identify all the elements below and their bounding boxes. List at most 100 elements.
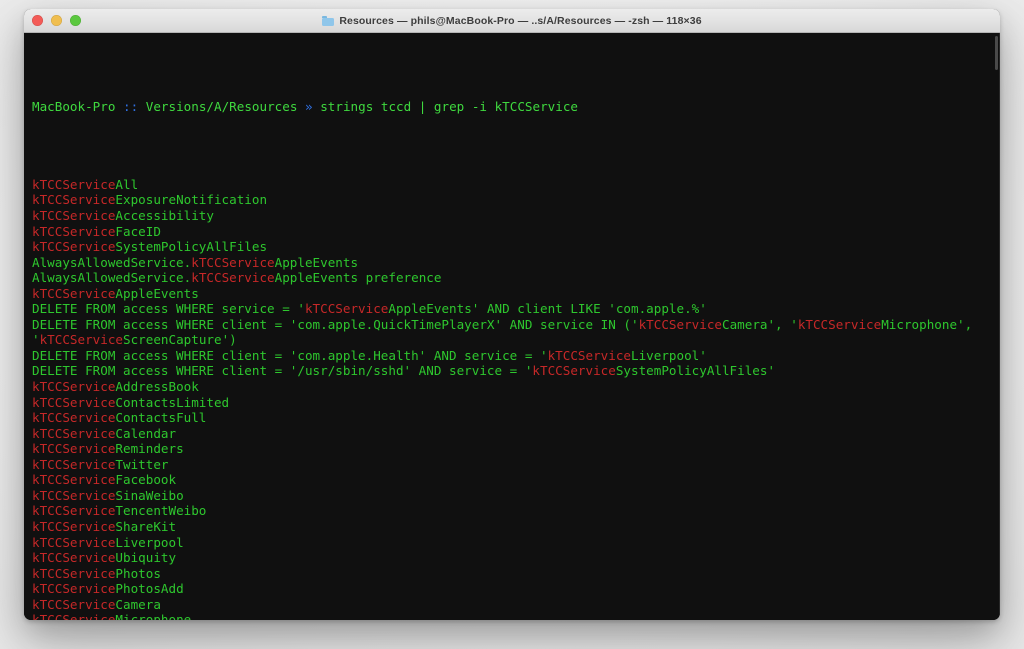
terminal-text: AddressBook <box>115 379 199 395</box>
command-input[interactable]: strings tccd | grep -i kTCCService <box>320 99 578 114</box>
close-button[interactable] <box>32 15 43 26</box>
terminal-text: Liverpool <box>115 534 184 550</box>
terminal-body[interactable]: MacBook-Pro :: Versions/A/Resources » st… <box>24 33 1000 620</box>
desktop-background: Resources — phils@MacBook-Pro — ..s/A/Re… <box>0 0 1024 649</box>
grep-match: kTCCService <box>32 394 116 410</box>
terminal-text: AlwaysAllowedService. <box>32 270 192 286</box>
grep-match: kTCCService <box>547 347 631 363</box>
terminal-line: AlwaysAllowedService.kTCCServiceAppleEve… <box>32 270 994 286</box>
terminal-text: Photos <box>115 565 161 581</box>
grep-match: kTCCService <box>32 581 116 597</box>
grep-match: kTCCService <box>32 239 116 255</box>
grep-match: kTCCService <box>32 379 116 395</box>
terminal-line: kTCCServiceAccessibility <box>32 208 994 224</box>
output-lines: kTCCServiceAll kTCCServiceExposureNotific… <box>32 177 994 620</box>
terminal-line: AlwaysAllowedService.kTCCServiceAppleEve… <box>32 255 994 271</box>
terminal-line: kTCCServiceMicrophone <box>32 612 994 620</box>
terminal-line: DELETE FROM access WHERE client = '/usr/… <box>32 363 994 379</box>
window-title-bar[interactable]: Resources — phils@MacBook-Pro — ..s/A/Re… <box>24 9 1000 33</box>
terminal-output[interactable]: MacBook-Pro :: Versions/A/Resources » st… <box>24 36 1000 620</box>
window-title: Resources — phils@MacBook-Pro — ..s/A/Re… <box>322 14 702 27</box>
grep-match: kTCCService <box>32 534 116 550</box>
terminal-text: ScreenCapture') <box>123 332 237 348</box>
terminal-line: kTCCServiceContactsLimited <box>32 395 994 411</box>
grep-match: kTCCService <box>32 176 116 192</box>
grep-match: kTCCService <box>304 301 389 317</box>
terminal-line: kTCCServiceCalendar <box>32 426 994 442</box>
terminal-text: DELETE FROM access WHERE service = ' <box>32 301 305 317</box>
terminal-text: Camera', ' <box>721 316 798 332</box>
terminal-text: All <box>115 176 139 192</box>
scrollbar-thumb[interactable] <box>994 36 998 70</box>
terminal-text: Twitter <box>115 456 169 472</box>
grep-match: kTCCService <box>797 316 882 332</box>
terminal-text: SinaWeibo <box>115 487 184 503</box>
grep-match: kTCCService <box>32 192 116 208</box>
terminal-line: kTCCServiceLiverpool <box>32 535 994 551</box>
terminal-line: kTCCServiceSinaWeibo <box>32 488 994 504</box>
grep-match: kTCCService <box>191 254 275 270</box>
terminal-text: Facebook <box>115 472 177 488</box>
grep-match: kTCCService <box>39 332 123 348</box>
terminal-text: AppleEvents <box>115 285 199 301</box>
terminal-line: kTCCServiceSystemPolicyAllFiles <box>32 239 994 255</box>
terminal-line: kTCCServiceExposureNotification <box>32 192 994 208</box>
grep-match: kTCCService <box>32 410 116 426</box>
grep-match: kTCCService <box>32 565 116 581</box>
grep-match: kTCCService <box>32 518 116 534</box>
terminal-text: SystemPolicyAllFiles' <box>615 363 776 379</box>
grep-match: kTCCService <box>32 612 116 620</box>
grep-match: kTCCService <box>32 487 116 503</box>
window-title-text: Resources — phils@MacBook-Pro — ..s/A/Re… <box>339 14 702 27</box>
terminal-line: kTCCServiceContactsFull <box>32 410 994 426</box>
grep-match: kTCCService <box>32 472 116 488</box>
minimize-button[interactable] <box>51 15 62 26</box>
terminal-line: kTCCServicePhotosAdd <box>32 581 994 597</box>
terminal-text: PhotosAdd <box>115 581 184 597</box>
terminal-text: Camera <box>115 596 161 612</box>
terminal-text: DELETE FROM access WHERE client = '/usr/… <box>32 363 533 379</box>
terminal-text: Microphone <box>115 612 192 620</box>
grep-match: kTCCService <box>32 550 116 566</box>
prompt-line: MacBook-Pro :: Versions/A/Resources » st… <box>32 99 994 115</box>
terminal-text: Reminders <box>115 441 184 457</box>
terminal-line: kTCCServiceFacebook <box>32 472 994 488</box>
grep-match: kTCCService <box>32 285 116 301</box>
grep-match: kTCCService <box>32 425 116 441</box>
terminal-line: kTCCServiceReminders <box>32 441 994 457</box>
scrollbar[interactable] <box>992 33 1000 620</box>
terminal-line: kTCCServiceUbiquity <box>32 550 994 566</box>
grep-match: kTCCService <box>638 316 722 332</box>
terminal-text: Ubiquity <box>115 550 177 566</box>
terminal-text: Calendar <box>115 425 177 441</box>
terminal-line: kTCCServicePhotos <box>32 566 994 582</box>
terminal-text: TencentWeibo <box>115 503 207 519</box>
terminal-text: Accessibility <box>115 208 214 224</box>
terminal-line: kTCCServiceTencentWeibo <box>32 503 994 519</box>
terminal-window[interactable]: Resources — phils@MacBook-Pro — ..s/A/Re… <box>24 9 1000 620</box>
prompt-separator: :: <box>123 99 139 115</box>
grep-match: kTCCService <box>532 363 616 379</box>
terminal-text: AppleEvents <box>274 254 359 270</box>
terminal-text: FaceID <box>115 223 161 239</box>
terminal-text: DELETE FROM access WHERE client = 'com.a… <box>32 347 548 363</box>
grep-match: kTCCService <box>32 503 116 519</box>
terminal-text: AppleEvents' AND client LIKE 'com.apple.… <box>388 301 707 317</box>
grep-match: kTCCService <box>32 596 116 612</box>
grep-match: kTCCService <box>32 441 116 457</box>
prompt-host: MacBook-Pro <box>32 99 116 115</box>
grep-match: kTCCService <box>32 456 116 472</box>
grep-match: kTCCService <box>191 270 275 286</box>
terminal-line: DELETE FROM access WHERE service = 'kTCC… <box>32 301 994 317</box>
grep-match: kTCCService <box>32 208 116 224</box>
folder-icon <box>322 15 335 26</box>
maximize-button[interactable] <box>70 15 81 26</box>
terminal-line: kTCCServiceFaceID <box>32 224 994 240</box>
terminal-text: Liverpool' <box>631 347 707 363</box>
terminal-line: kTCCServiceAddressBook <box>32 379 994 395</box>
terminal-text: ContactsFull <box>115 410 207 426</box>
grep-match: kTCCService <box>32 223 116 239</box>
terminal-line: DELETE FROM access WHERE client = 'com.a… <box>32 317 994 348</box>
terminal-text: ContactsLimited <box>115 394 230 410</box>
terminal-text: DELETE FROM access WHERE client = 'com.a… <box>32 316 639 332</box>
